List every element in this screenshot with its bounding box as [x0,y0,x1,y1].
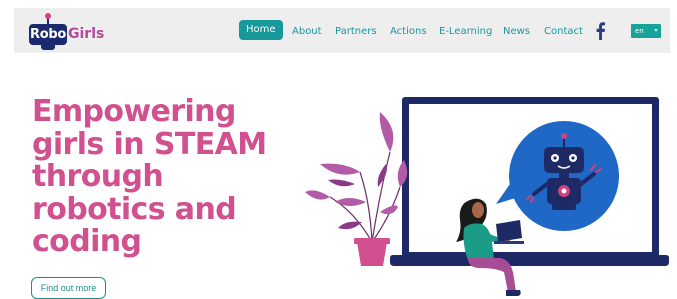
find-out-more-button[interactable]: Find out more [31,277,106,299]
hero-illustration [305,97,669,296]
nav-news-link[interactable]: News [503,23,530,40]
nav-partners-link[interactable]: Partners [335,23,377,40]
top-navbar: Robo Girls Home About Partners Actions E… [14,8,670,53]
hero-title: Empowering girls in STEAM through roboti… [32,94,267,259]
nav-contact-link[interactable]: Contact [544,23,583,40]
nav-elearning-link[interactable]: E-Learning [439,23,492,40]
plant-illustration [305,112,408,266]
nav-actions-link[interactable]: Actions [390,23,427,40]
nav-home-link[interactable]: Home [239,20,283,40]
chevron-down-icon [654,29,658,32]
facebook-icon[interactable] [594,21,606,40]
language-select-value: en [635,27,644,35]
nav-about-link[interactable]: About [292,23,322,40]
main-nav: Home About Partners Actions E-Learning N… [14,8,670,53]
language-select[interactable]: en [631,24,661,38]
